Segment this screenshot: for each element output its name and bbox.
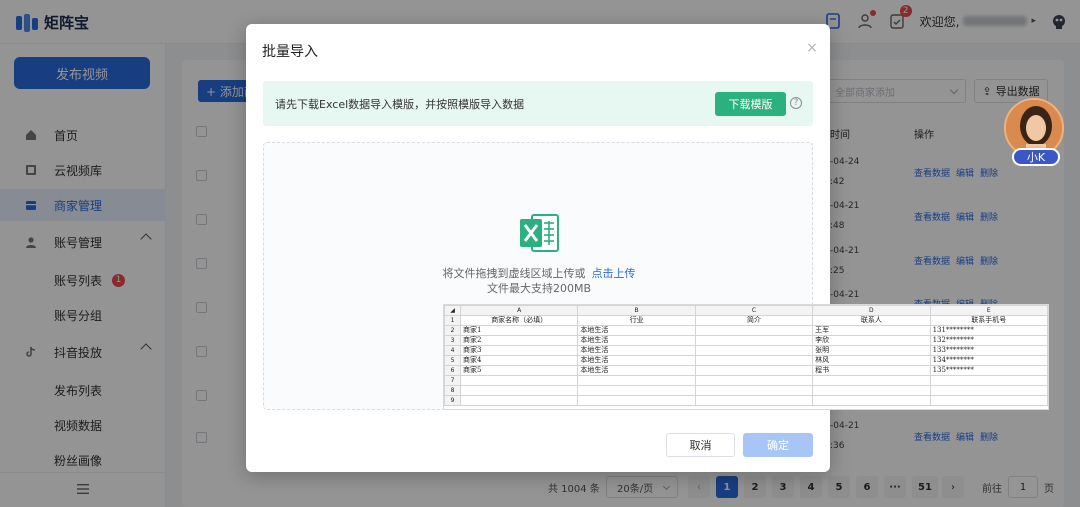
size-limit-text: 文件最大支持200MB <box>486 282 592 295</box>
sheet-row: 2 商家1 本地生活 王军 131******** <box>444 325 1049 336</box>
sheet-cell <box>694 355 814 366</box>
sheet-cell: 135******** <box>929 365 1049 376</box>
download-template-button[interactable]: 下载模版 <box>715 92 786 116</box>
sheet-col-letter: B <box>577 305 696 316</box>
sheet-cell <box>694 365 814 376</box>
sheet-cell: 134******** <box>929 355 1049 366</box>
click-upload-link[interactable]: 点击上传 <box>592 267 636 280</box>
cancel-button[interactable]: 取消 <box>666 433 735 457</box>
sheet-cell <box>694 335 814 346</box>
sheet-cell: 本地生活 <box>577 355 696 366</box>
sheet-cell: 133******** <box>929 345 1049 356</box>
sheet-cell: 131******** <box>929 325 1049 336</box>
sheet-row-number: 5 <box>444 355 461 366</box>
sheet-row: 5 商家4 本地生活 林风 134******** <box>444 355 1049 366</box>
sheet-header-cell: 简介 <box>694 315 814 326</box>
sheet-col-letter: C <box>694 305 814 316</box>
drop-hint-text: 将文件拖拽到虚线区域上传或 <box>442 267 586 280</box>
sheet-cell: 本地生活 <box>577 345 696 356</box>
sheet-row-number: 7 <box>444 375 461 386</box>
sheet-column-header-row: ◢ A B C D E <box>444 305 1049 316</box>
sheet-col-letter: E <box>929 305 1049 316</box>
assistant-avatar-label: 小K <box>1012 148 1060 166</box>
help-icon[interactable]: ? <box>790 97 802 109</box>
sheet-col-letter: D <box>812 305 931 316</box>
sheet-header-cell: 商家名称（必填） <box>459 315 579 326</box>
sheet-row: 8 <box>444 385 1049 396</box>
sheet-cell: 商家3 <box>459 345 579 356</box>
sheet-row-number: 9 <box>444 395 461 406</box>
sheet-cell: 本地生活 <box>577 365 696 376</box>
sheet-header-cell: 联系人 <box>812 315 931 326</box>
sheet-row-number: 6 <box>444 365 461 376</box>
sheet-row: 3 商家2 本地生活 李欣 132******** <box>444 335 1049 346</box>
sheet-cell: 林风 <box>812 355 931 366</box>
sheet-row-number: 4 <box>444 345 461 356</box>
sheet-cell: 程书 <box>812 365 931 376</box>
sheet-col-letter: A <box>459 305 579 316</box>
sheet-cell: 王军 <box>812 325 931 336</box>
sheet-header-cell: 行业 <box>577 315 696 326</box>
sheet-cell: 商家1 <box>459 325 579 336</box>
sheet-row-number: 1 <box>444 315 461 326</box>
sheet-row: 6 商家5 本地生活 程书 135******** <box>444 365 1049 376</box>
sheet-corner: ◢ <box>444 305 461 316</box>
sheet-cell: 132******** <box>929 335 1049 346</box>
sheet-cell <box>694 325 814 336</box>
sheet-cell: 商家4 <box>459 355 579 366</box>
sheet-row-number: 2 <box>444 325 461 336</box>
sheet-cell: 商家5 <box>459 365 579 376</box>
excel-icon <box>518 213 560 253</box>
sheet-row: 9 <box>444 395 1049 406</box>
sheet-cell <box>694 345 814 356</box>
dialog-title: 批量导入 <box>262 44 318 60</box>
sheet-row-number: 8 <box>444 385 461 396</box>
sheet-header-row: 1 商家名称（必填） 行业 简介 联系人 联系手机号 <box>444 315 1049 326</box>
tip-text: 请先下载Excel数据导入模版，并按照模版导入数据 <box>275 98 525 111</box>
drop-hint: 将文件拖拽到虚线区域上传或 点击上传 <box>264 265 814 281</box>
sheet-cell: 李欣 <box>812 335 931 346</box>
assistant-avatar[interactable]: 小K <box>1004 98 1068 170</box>
close-icon[interactable]: × <box>806 41 818 55</box>
excel-template-preview: ◢ A B C D E 1 商家名称（必填） 行业 简介 联系人 联系手机号 2… <box>443 304 1049 410</box>
sheet-cell: 本地生活 <box>577 325 696 336</box>
sheet-header-cell: 联系手机号 <box>929 315 1049 326</box>
sheet-row: 4 商家3 本地生活 张明 133******** <box>444 345 1049 356</box>
sheet-row-number: 3 <box>444 335 461 346</box>
sheet-cell: 张明 <box>812 345 931 356</box>
sheet-cell: 商家2 <box>459 335 579 346</box>
confirm-button[interactable]: 确定 <box>743 433 813 457</box>
sheet-cell: 本地生活 <box>577 335 696 346</box>
template-tip-bar: 请先下载Excel数据导入模版，并按照模版导入数据 下载模版 ? <box>263 81 813 126</box>
sheet-row: 7 <box>444 375 1049 386</box>
